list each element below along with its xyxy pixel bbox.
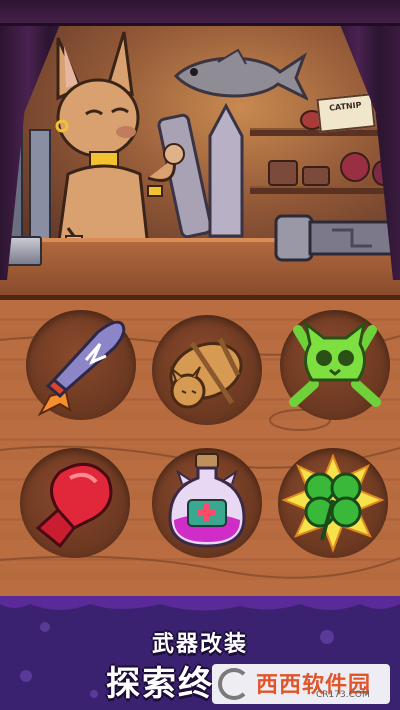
game-screen: CATNIP 武器改装 探索终 西西软件园 CR173.COM (0, 0, 400, 710)
yarn-ball-icon (340, 152, 370, 182)
item-cat-skull[interactable] (280, 310, 390, 420)
item-boxing-glove[interactable] (20, 448, 130, 558)
item-lucky-clover[interactable] (278, 448, 388, 558)
lower-shelf (250, 186, 400, 194)
item-rocket-bullet[interactable] (26, 310, 136, 420)
watermark-url: CR173.COM (316, 690, 370, 700)
banner-title: 武器改装 (151, 632, 248, 657)
tied-cat-icon (169, 337, 243, 409)
item-health-potion[interactable] (152, 448, 262, 558)
item-tied-cat[interactable] (152, 315, 262, 425)
sphynx-cat-shopkeeper (55, 31, 185, 251)
goo-edge (0, 596, 400, 611)
catnip-sign-label: CATNIP (328, 100, 362, 113)
rocket-bullet-icon (37, 320, 126, 417)
catnip-sign: CATNIP (316, 93, 376, 133)
site-watermark: 西西软件园 CR173.COM (212, 664, 390, 704)
curtain-valance (0, 0, 400, 26)
jar-icon (302, 166, 330, 186)
flashlight-icon (274, 214, 400, 262)
jar-icon (268, 160, 298, 186)
red-boxing-glove-icon (35, 462, 113, 549)
cat-potion-icon (168, 453, 246, 548)
four-leaf-clover-icon (281, 453, 385, 553)
green-cat-skull-icon (289, 320, 381, 407)
watermark-logo-icon (218, 668, 250, 700)
